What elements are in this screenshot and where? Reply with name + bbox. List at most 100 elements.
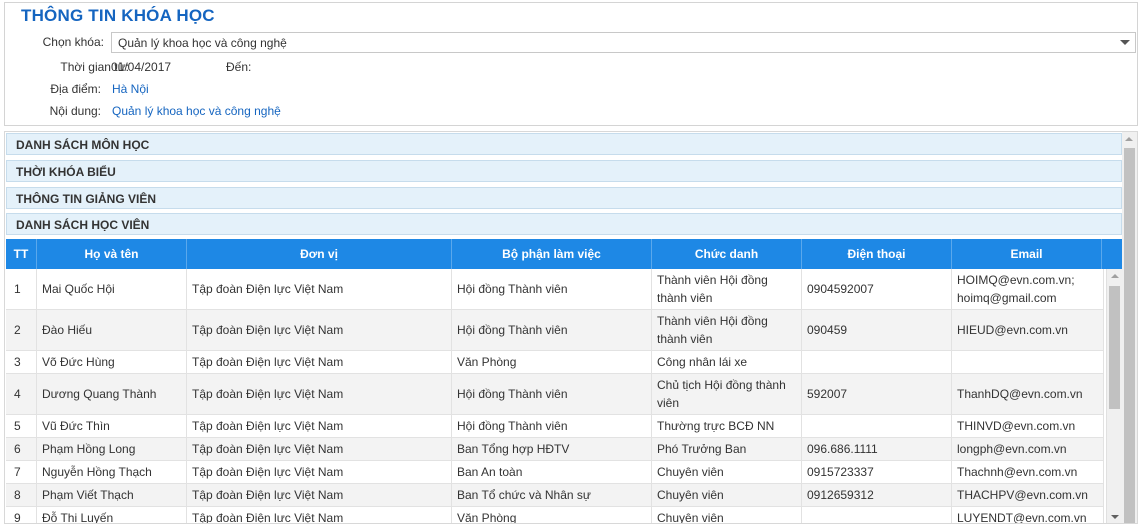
table-row[interactable]: 3 Võ Đức Hùng Tập đoàn Điện lực Việt Nam Vă… xyxy=(6,351,1104,374)
cell-unit: Tập đoàn Điện lực Việt Nam xyxy=(187,269,452,309)
cell-phone: 592007 xyxy=(802,374,952,414)
cell-unit: Tập đoàn Điện lực Việt Nam xyxy=(187,415,452,437)
table-row[interactable]: 6 Phạm Hồng Long Tập đoàn Điện lực Việt Na… xyxy=(6,438,1104,461)
chevron-down-icon[interactable] xyxy=(1115,33,1135,52)
section-instructors-label: THÔNG TIN GIẢNG VIÊN xyxy=(16,192,157,206)
table-scrollbar[interactable] xyxy=(1106,269,1122,523)
time-from-value: 01/04/2017 xyxy=(111,60,172,74)
cell-name: Dương Quang Thành xyxy=(37,374,187,414)
section-timetable-label: THỜI KHÓA BIỂU xyxy=(16,165,116,179)
page-scrollbar[interactable] xyxy=(1122,132,1137,523)
scroll-up-icon[interactable] xyxy=(1111,274,1119,278)
cell-department: Ban An toàn xyxy=(452,461,652,483)
col-header-unit[interactable]: Đơn vị xyxy=(187,239,452,269)
cell-department: Hội đồng Thành viên xyxy=(452,374,652,414)
scroll-down-icon[interactable] xyxy=(1111,515,1119,519)
cell-email: HIEUD@evn.com.vn xyxy=(952,310,1104,350)
cell-unit: Tập đoàn Điện lực Việt Nam xyxy=(187,310,452,350)
cell-email: THINVD@evn.com.vn xyxy=(952,415,1104,437)
cell-phone xyxy=(802,351,952,373)
cell-department: Văn Phòng xyxy=(452,351,652,373)
cell-email: HOIMQ@evn.com.vn; hoimq@gmail.com xyxy=(952,269,1104,309)
col-header-name[interactable]: Họ và tên xyxy=(37,239,187,269)
cell-tt: 2 xyxy=(6,310,37,350)
select-course-label: Chọn khóa: xyxy=(42,35,104,49)
cell-phone: 0912659312 xyxy=(802,484,952,506)
cell-department: Văn Phòng xyxy=(452,507,652,523)
section-subjects-label: DANH SÁCH MÔN HỌC xyxy=(16,138,150,152)
cell-email: THACHPV@evn.com.vn xyxy=(952,484,1104,506)
cell-email: Thachnh@evn.com.vn xyxy=(952,461,1104,483)
cell-department: Hội đồng Thành viên xyxy=(452,310,652,350)
col-header-phone[interactable]: Điện thoại xyxy=(802,239,952,269)
location-label: Địa điểm: xyxy=(50,82,101,96)
table-row[interactable]: 5 Vũ Đức Thìn Tập đoàn Điện lực Việt Nam Hộ… xyxy=(6,415,1104,438)
cell-department: Hội đồng Thành viên xyxy=(452,269,652,309)
cell-unit: Tập đoàn Điện lực Việt Nam xyxy=(187,461,452,483)
cell-position: Thường trực BCĐ NN xyxy=(652,415,802,437)
cell-tt: 3 xyxy=(6,351,37,373)
table-row[interactable]: 9 Đỗ Thị Luyến Tập đoàn Điện lực Việt Nam V… xyxy=(6,507,1104,523)
cell-email: ThanhDQ@evn.com.vn xyxy=(952,374,1104,414)
cell-department: Ban Tổ chức và Nhân sự xyxy=(452,484,652,506)
col-header-position[interactable]: Chức danh xyxy=(652,239,802,269)
cell-phone: 096.686.1111 xyxy=(802,438,952,460)
cell-tt: 7 xyxy=(6,461,37,483)
cell-name: Phạm Viết Thạch xyxy=(37,484,187,506)
sections-container: DANH SÁCH MÔN HỌC THỜI KHÓA BIỂU THÔNG T… xyxy=(4,131,1138,524)
course-select[interactable]: Quản lý khoa học và công nghệ xyxy=(111,32,1136,53)
cell-name: Đỗ Thị Luyến xyxy=(37,507,187,523)
col-header-department[interactable]: Bộ phận làm việc xyxy=(452,239,652,269)
table-row[interactable]: 8 Phạm Viết Thạch Tập đoàn Điện lực Việt N… xyxy=(6,484,1104,507)
section-subjects[interactable]: DANH SÁCH MÔN HỌC xyxy=(6,133,1122,155)
cell-phone xyxy=(802,415,952,437)
cell-phone xyxy=(802,507,952,523)
cell-position: Phó Trưởng Ban xyxy=(652,438,802,460)
cell-tt: 1 xyxy=(6,269,37,309)
course-info-panel: THÔNG TIN KHÓA HỌC Chọn khóa: Quản lý kh… xyxy=(4,2,1138,126)
cell-phone: 0915723337 xyxy=(802,461,952,483)
table-row[interactable]: 7 Nguyễn Hồng Thạch Tập đoàn Điện lực Việt… xyxy=(6,461,1104,484)
cell-position: Thành viên Hội đồng thành viên xyxy=(652,310,802,350)
course-info-title: THÔNG TIN KHÓA HỌC xyxy=(21,6,215,25)
section-students[interactable]: DANH SÁCH HỌC VIÊN xyxy=(6,213,1122,235)
cell-position: Chủ tịch Hội đồng thành viên xyxy=(652,374,802,414)
location-value: Hà Nội xyxy=(112,82,149,96)
cell-position: Thành viên Hội đồng thành viên xyxy=(652,269,802,309)
section-students-label: DANH SÁCH HỌC VIÊN xyxy=(16,218,150,232)
cell-tt: 5 xyxy=(6,415,37,437)
cell-phone: 0904592007 xyxy=(802,269,952,309)
cell-email: LUYENDT@evn.com.vn xyxy=(952,507,1104,523)
cell-position: Chuyên viên xyxy=(652,461,802,483)
cell-tt: 9 xyxy=(6,507,37,523)
cell-tt: 4 xyxy=(6,374,37,414)
cell-unit: Tập đoàn Điện lực Việt Nam xyxy=(187,484,452,506)
cell-unit: Tập đoàn Điện lực Việt Nam xyxy=(187,351,452,373)
cell-email: longph@evn.com.vn xyxy=(952,438,1104,460)
cell-name: Mai Quốc Hội xyxy=(37,269,187,309)
col-header-tt[interactable]: TT xyxy=(6,239,37,269)
page-scroll-thumb[interactable] xyxy=(1124,148,1135,523)
cell-email xyxy=(952,351,1104,373)
content-value: Quản lý khoa học và công nghệ xyxy=(112,104,281,118)
cell-department: Ban Tổng hợp HĐTV xyxy=(452,438,652,460)
page-scroll-up-icon[interactable] xyxy=(1125,137,1133,141)
section-instructors[interactable]: THÔNG TIN GIẢNG VIÊN xyxy=(6,187,1122,209)
section-timetable[interactable]: THỜI KHÓA BIỂU xyxy=(6,160,1122,182)
col-header-email[interactable]: Email xyxy=(952,239,1102,269)
table-header: TT Họ và tên Đơn vị Bộ phận làm việc Chứ… xyxy=(6,239,1122,269)
table-row[interactable]: 1 Mai Quốc Hội Tập đoàn Điện lực Việt Nam H… xyxy=(6,269,1104,310)
cell-unit: Tập đoàn Điện lực Việt Nam xyxy=(187,507,452,523)
students-table: TT Họ và tên Đơn vị Bộ phận làm việc Chứ… xyxy=(6,239,1122,523)
table-row[interactable]: 4 Dương Quang Thành Tập đoàn Điện lực Việt… xyxy=(6,374,1104,415)
content-label: Nội dung: xyxy=(49,104,101,118)
cell-name: Nguyễn Hồng Thạch xyxy=(37,461,187,483)
cell-position: Chuyên viên xyxy=(652,507,802,523)
cell-position: Chuyên viên xyxy=(652,484,802,506)
table-row[interactable]: 2 Đào Hiếu Tập đoàn Điện lực Việt Nam Hội đ… xyxy=(6,310,1104,351)
table-scroll-thumb[interactable] xyxy=(1109,286,1120,409)
cell-name: Đào Hiếu xyxy=(37,310,187,350)
cell-department: Hội đồng Thành viên xyxy=(452,415,652,437)
course-select-value: Quản lý khoa học và công nghệ xyxy=(118,36,287,50)
cell-unit: Tập đoàn Điện lực Việt Nam xyxy=(187,374,452,414)
